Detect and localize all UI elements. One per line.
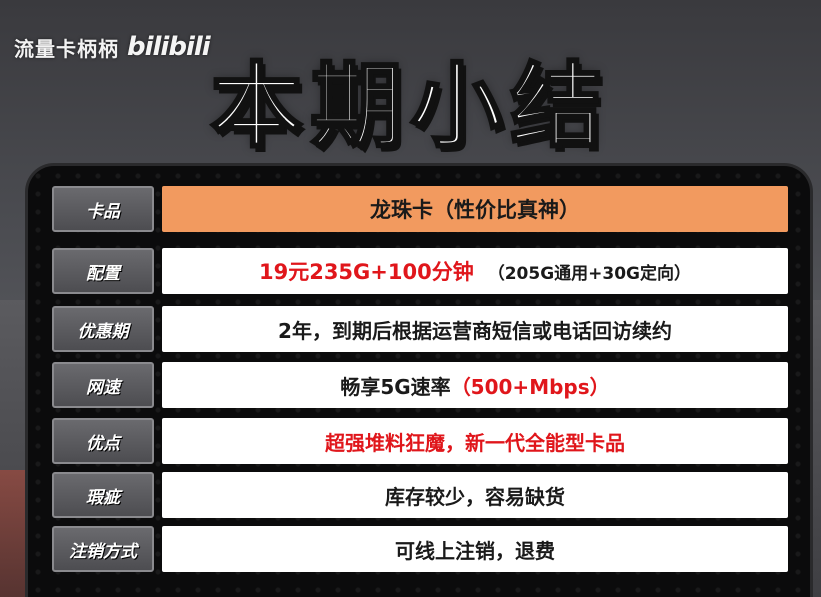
table-row-cancel: 注销方式 可线上注销，退费 bbox=[52, 526, 788, 572]
config-note: （205G通用+30G定向） bbox=[487, 263, 692, 284]
table-row-pros: 优点 超强堆料狂魔，新一代全能型卡品 bbox=[52, 418, 788, 464]
row-label: 网速 bbox=[52, 362, 154, 408]
row-value: 畅享5G速率 （500+Mbps） bbox=[162, 362, 788, 408]
speed-value: （500+Mbps） bbox=[450, 374, 610, 399]
row-value: 龙珠卡（性价比真神） bbox=[162, 186, 788, 232]
table-row-card: 卡品 龙珠卡（性价比真神） bbox=[52, 186, 788, 232]
summary-table: 卡品 龙珠卡（性价比真神） 配置 19元235G+100分钟 （205G通用+3… bbox=[28, 166, 810, 597]
page-title: 本期小结 bbox=[209, 52, 611, 162]
row-label: 瑕疵 bbox=[52, 472, 154, 518]
row-label: 卡品 bbox=[52, 186, 154, 232]
row-label: 优惠期 bbox=[52, 306, 154, 352]
row-value: 可线上注销，退费 bbox=[162, 526, 788, 572]
row-label: 配置 bbox=[52, 248, 154, 294]
table-row-speed: 网速 畅享5G速率 （500+Mbps） bbox=[52, 362, 788, 408]
row-value: 库存较少，容易缺货 bbox=[162, 472, 788, 518]
row-value: 超强堆料狂魔，新一代全能型卡品 bbox=[162, 418, 788, 464]
row-value: 19元235G+100分钟 （205G通用+30G定向） bbox=[162, 248, 788, 294]
row-label: 注销方式 bbox=[52, 526, 154, 572]
table-row-cons: 瑕疵 库存较少，容易缺货 bbox=[52, 472, 788, 518]
speed-text: 畅享5G速率 bbox=[340, 374, 451, 399]
row-label: 优点 bbox=[52, 418, 154, 464]
table-row-period: 优惠期 2年，到期后根据运营商短信或电话回访续约 bbox=[52, 306, 788, 352]
row-value: 2年，到期后根据运营商短信或电话回访续约 bbox=[162, 306, 788, 352]
config-price: 19元235G+100分钟 bbox=[258, 260, 474, 284]
table-row-config: 配置 19元235G+100分钟 （205G通用+30G定向） bbox=[52, 248, 788, 294]
